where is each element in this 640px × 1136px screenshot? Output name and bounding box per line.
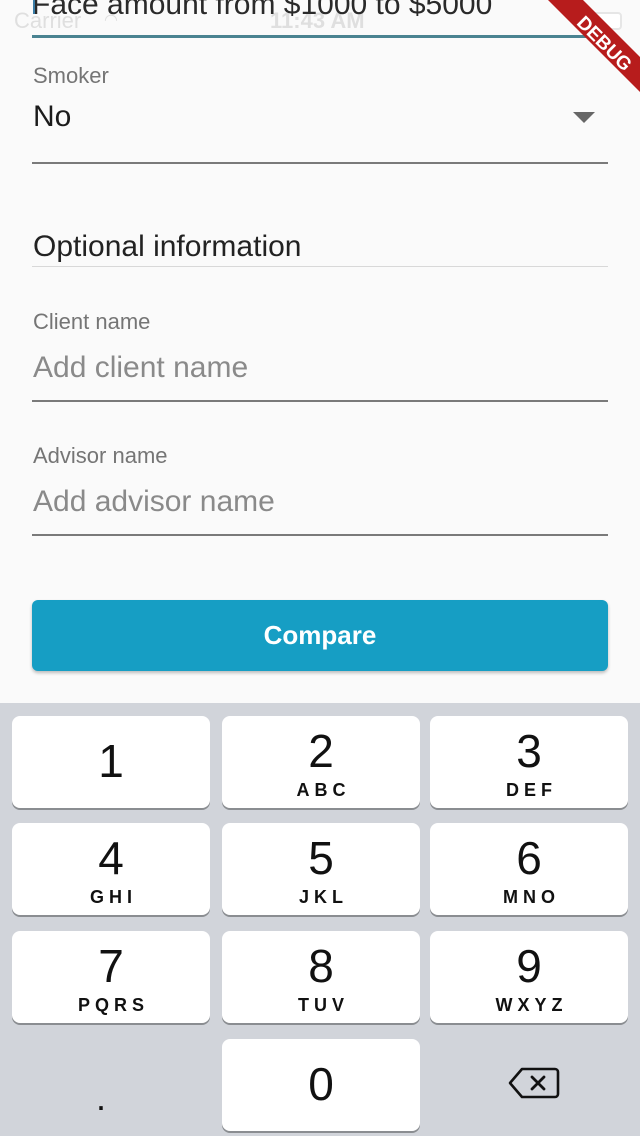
optional-section-title: Optional information bbox=[33, 230, 302, 263]
compare-button[interactable]: Compare bbox=[32, 600, 608, 671]
key-digit: 4 bbox=[98, 832, 124, 884]
key-digit: 6 bbox=[516, 832, 542, 884]
key-digit: 3 bbox=[516, 725, 542, 777]
key-letters: DEF bbox=[506, 780, 557, 800]
key-digit: 8 bbox=[308, 940, 334, 992]
smoker-value: No bbox=[33, 100, 72, 133]
key-letters: WXYZ bbox=[495, 995, 568, 1015]
key-3[interactable]: 3 DEF bbox=[430, 716, 628, 808]
key-letters: TUV bbox=[298, 995, 349, 1015]
advisor-name-label: Advisor name bbox=[33, 443, 168, 468]
client-name-label: Client name bbox=[33, 309, 151, 334]
key-digit: 5 bbox=[308, 832, 334, 884]
key-digit: 1 bbox=[98, 735, 124, 787]
key-digit: 2 bbox=[308, 725, 334, 777]
key-digit: 7 bbox=[98, 940, 124, 992]
key-1[interactable]: 1 bbox=[12, 716, 210, 808]
key-8[interactable]: 8 TUV bbox=[222, 931, 420, 1023]
key-0[interactable]: 0 bbox=[222, 1039, 420, 1131]
advisor-name-input[interactable] bbox=[33, 482, 593, 522]
client-name-underline bbox=[32, 400, 608, 402]
key-letters: JKL bbox=[298, 887, 348, 907]
debug-banner: DEBUG bbox=[548, 0, 640, 92]
key-5[interactable]: 5 JKL bbox=[222, 823, 420, 915]
key-letters: ABC bbox=[296, 780, 351, 800]
section-divider bbox=[32, 266, 608, 267]
advisor-name-underline bbox=[32, 534, 608, 536]
client-name-input[interactable] bbox=[33, 348, 593, 388]
key-7[interactable]: 7 PQRS bbox=[12, 931, 210, 1023]
key-letters: MNO bbox=[503, 887, 560, 907]
key-digit: 0 bbox=[308, 1058, 334, 1110]
key-digit: 9 bbox=[516, 940, 542, 992]
key-letters: PQRS bbox=[77, 995, 149, 1015]
backspace-icon[interactable] bbox=[508, 1066, 560, 1100]
key-letters: GHI bbox=[89, 887, 137, 907]
text-cursor bbox=[33, 0, 35, 14]
key-6[interactable]: 6 MNO bbox=[430, 823, 628, 915]
key-dot[interactable]: . bbox=[96, 1080, 106, 1116]
dropdown-arrow-icon[interactable] bbox=[573, 112, 595, 123]
key-2[interactable]: 2 ABC bbox=[222, 716, 420, 808]
face-amount-input[interactable]: Face amount from $1000 to $5000 bbox=[32, 0, 592, 22]
key-4[interactable]: 4 GHI bbox=[12, 823, 210, 915]
smoker-label: Smoker bbox=[33, 63, 109, 88]
smoker-underline bbox=[32, 162, 608, 164]
key-9[interactable]: 9 WXYZ bbox=[430, 931, 628, 1023]
